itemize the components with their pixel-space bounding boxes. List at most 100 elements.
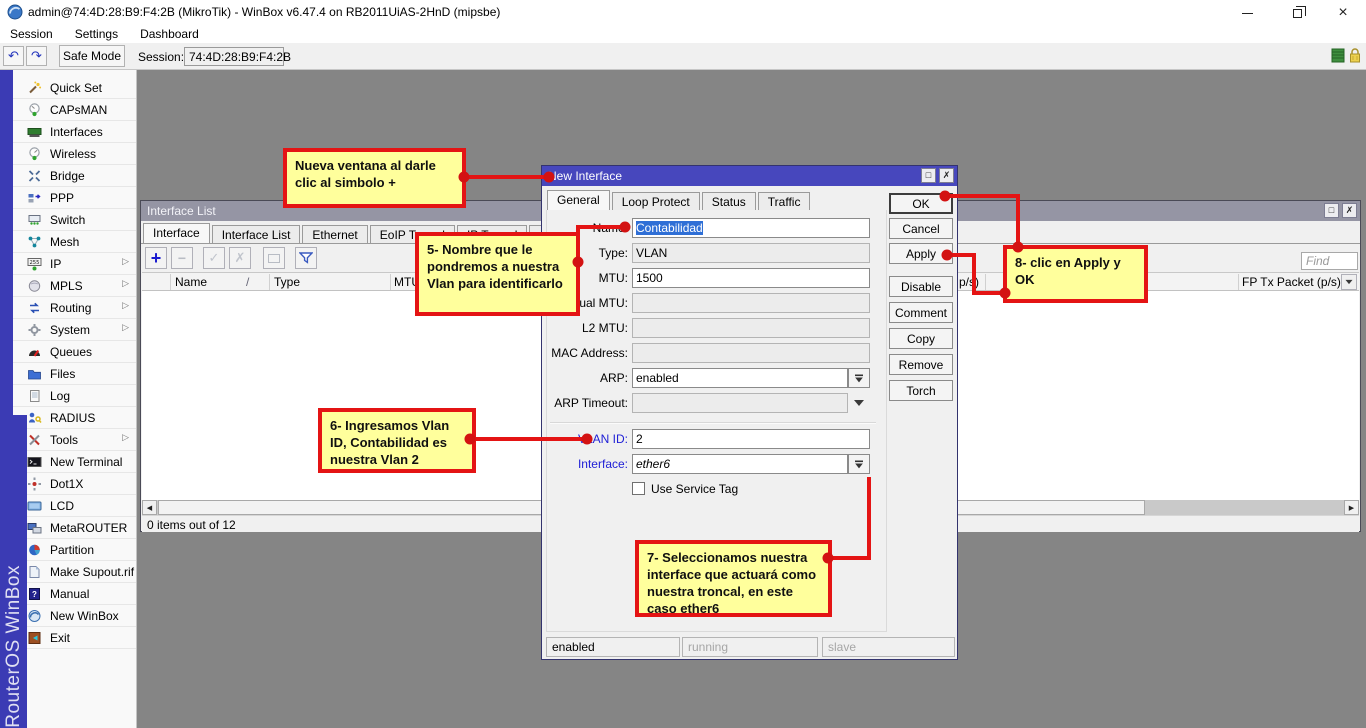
- sidebar-item-dot1x[interactable]: Dot1X: [13, 473, 136, 495]
- tab-interface[interactable]: Interface: [143, 223, 210, 244]
- close-button[interactable]: ×: [1322, 0, 1364, 26]
- copy-button[interactable]: Copy: [889, 328, 953, 349]
- brand-banner: RouterOS WinBox: [0, 415, 27, 728]
- safe-mode-button[interactable]: Safe Mode: [59, 45, 125, 67]
- sidebar-item-label: New WinBox: [50, 609, 119, 623]
- sidebar-item-label: RADIUS: [50, 411, 95, 425]
- slave-status: slave: [822, 637, 955, 657]
- mtu-input[interactable]: 1500: [632, 268, 870, 288]
- interface-list-close-button[interactable]: ✗: [1342, 203, 1357, 218]
- find-input[interactable]: Find: [1301, 252, 1358, 270]
- sidebar-item-mpls[interactable]: MPLS▷: [13, 275, 136, 297]
- sidebar-item-routing[interactable]: Routing▷: [13, 297, 136, 319]
- tab-interface-list[interactable]: Interface List: [212, 225, 301, 244]
- sidebar-item-new-terminal[interactable]: New Terminal: [13, 451, 136, 473]
- sidebar-item-wireless[interactable]: Wireless: [13, 143, 136, 165]
- svg-text:255: 255: [30, 260, 40, 266]
- enable-button[interactable]: ✓: [203, 247, 225, 269]
- scroll-right-button[interactable]: ▶: [1344, 500, 1359, 515]
- column-partial[interactable]: p/s): [959, 275, 979, 289]
- sidebar-item-partition[interactable]: Partition: [13, 539, 136, 561]
- tab-general[interactable]: General: [547, 190, 610, 211]
- remove-interface-button[interactable]: −: [171, 247, 193, 269]
- menu-dashboard[interactable]: Dashboard: [140, 27, 199, 41]
- svg-text:?: ?: [32, 590, 37, 599]
- vlan-id-input[interactable]: 2: [632, 429, 870, 449]
- sort-ascending-icon[interactable]: /: [246, 275, 249, 289]
- sidebar-item-ppp[interactable]: PPP: [13, 187, 136, 209]
- arp-timeout-dropdown[interactable]: [848, 393, 870, 413]
- sidebar-item-bridge[interactable]: Bridge: [13, 165, 136, 187]
- sidebar-item-label: IP: [50, 257, 61, 271]
- sidebar-item-manual[interactable]: ? Manual: [13, 583, 136, 605]
- column-name[interactable]: Name: [175, 275, 207, 289]
- l2-mtu-input: [632, 318, 870, 338]
- sidebar-item-radius[interactable]: RADIUS: [13, 407, 136, 429]
- tab-traffic[interactable]: Traffic: [758, 192, 811, 211]
- arp-dropdown-button[interactable]: [848, 368, 870, 388]
- arrow-right-icon: ▶: [1349, 504, 1354, 512]
- funnel-icon: [299, 252, 313, 264]
- filter-button[interactable]: [295, 247, 317, 269]
- disable-button[interactable]: ✗: [229, 247, 251, 269]
- interface-list-maximize-button[interactable]: □: [1324, 203, 1339, 218]
- scroll-left-button[interactable]: ◀: [142, 500, 157, 515]
- sidebar-item-label: Manual: [50, 587, 89, 601]
- column-chooser-button[interactable]: [1341, 274, 1357, 290]
- redo-button[interactable]: ↷: [26, 46, 47, 66]
- add-interface-button[interactable]: +: [145, 247, 167, 269]
- sidebar-item-make-supout-rif[interactable]: Make Supout.rif: [13, 561, 136, 583]
- type-input: VLAN: [632, 243, 870, 263]
- tab-status[interactable]: Status: [702, 192, 756, 211]
- sidebar-item-log[interactable]: Log: [13, 385, 136, 407]
- menu-settings[interactable]: Settings: [75, 27, 118, 41]
- name-input[interactable]: Contabilidad: [632, 218, 870, 238]
- column-fp-tx-packet[interactable]: FP Tx Packet (p/s): [1242, 275, 1341, 289]
- undo-button[interactable]: ↶: [3, 46, 24, 66]
- torch-button[interactable]: Torch: [889, 380, 953, 401]
- sidebar-item-new-winbox[interactable]: New WinBox: [13, 605, 136, 627]
- interface-select[interactable]: ether6: [632, 454, 848, 474]
- sidebar-item-capsman[interactable]: CAPsMAN: [13, 99, 136, 121]
- sidebar-item-queues[interactable]: Queues: [13, 341, 136, 363]
- dialog-close-button[interactable]: ✗: [939, 168, 954, 183]
- column-divider: [1238, 274, 1239, 290]
- cancel-button[interactable]: Cancel: [889, 218, 953, 239]
- sidebar-item-ip[interactable]: 255IP▷: [13, 253, 136, 275]
- comment-button[interactable]: Comment: [889, 302, 953, 323]
- dialog-titlebar[interactable]: New Interface: [542, 166, 957, 186]
- interface-dropdown-button[interactable]: [848, 454, 870, 474]
- callout-new-window: Nueva ventana al darle clic al simbolo +: [283, 148, 466, 208]
- session-value-field[interactable]: 74:4D:28:B9:F4:2B: [184, 47, 284, 66]
- sidebar-item-system[interactable]: System▷: [13, 319, 136, 341]
- disable-button[interactable]: Disable: [889, 276, 953, 297]
- sidebar-item-metarouter[interactable]: MetaROUTER: [13, 517, 136, 539]
- column-divider: [390, 274, 391, 290]
- sidebar-item-files[interactable]: Files: [13, 363, 136, 385]
- sidebar-item-label: Dot1X: [50, 477, 83, 491]
- comment-button[interactable]: [263, 247, 285, 269]
- sidebar-item-tools[interactable]: Tools▷: [13, 429, 136, 451]
- menu-session[interactable]: Session: [10, 27, 53, 41]
- remove-button[interactable]: Remove: [889, 354, 953, 375]
- minimize-button[interactable]: [1226, 0, 1268, 26]
- sidebar-item-lcd[interactable]: LCD: [13, 495, 136, 517]
- user-key-icon: [27, 411, 42, 425]
- sidebar-item-interfaces[interactable]: Interfaces: [13, 121, 136, 143]
- sidebar-item-exit[interactable]: Exit: [13, 627, 136, 649]
- column-type[interactable]: Type: [274, 275, 300, 289]
- tab-loop-protect[interactable]: Loop Protect: [612, 192, 700, 211]
- sidebar-item-mesh[interactable]: Mesh: [13, 231, 136, 253]
- use-service-tag-checkbox[interactable]: [632, 482, 645, 495]
- apply-button[interactable]: Apply: [889, 243, 953, 264]
- chevron-down-icon: [1346, 280, 1353, 284]
- callout-step5-name: 5- Nombre que le pondremos a nuestra Vla…: [415, 232, 580, 316]
- menu-bar: Session Settings Dashboard: [0, 24, 1366, 43]
- sidebar-item-quick-set[interactable]: Quick Set: [13, 77, 136, 99]
- dialog-maximize-button[interactable]: □: [921, 168, 936, 183]
- ok-button[interactable]: OK: [889, 193, 953, 214]
- sidebar-item-switch[interactable]: Switch: [13, 209, 136, 231]
- arp-select[interactable]: enabled: [632, 368, 848, 388]
- tab-ethernet[interactable]: Ethernet: [302, 225, 367, 244]
- restore-button[interactable]: [1276, 0, 1318, 26]
